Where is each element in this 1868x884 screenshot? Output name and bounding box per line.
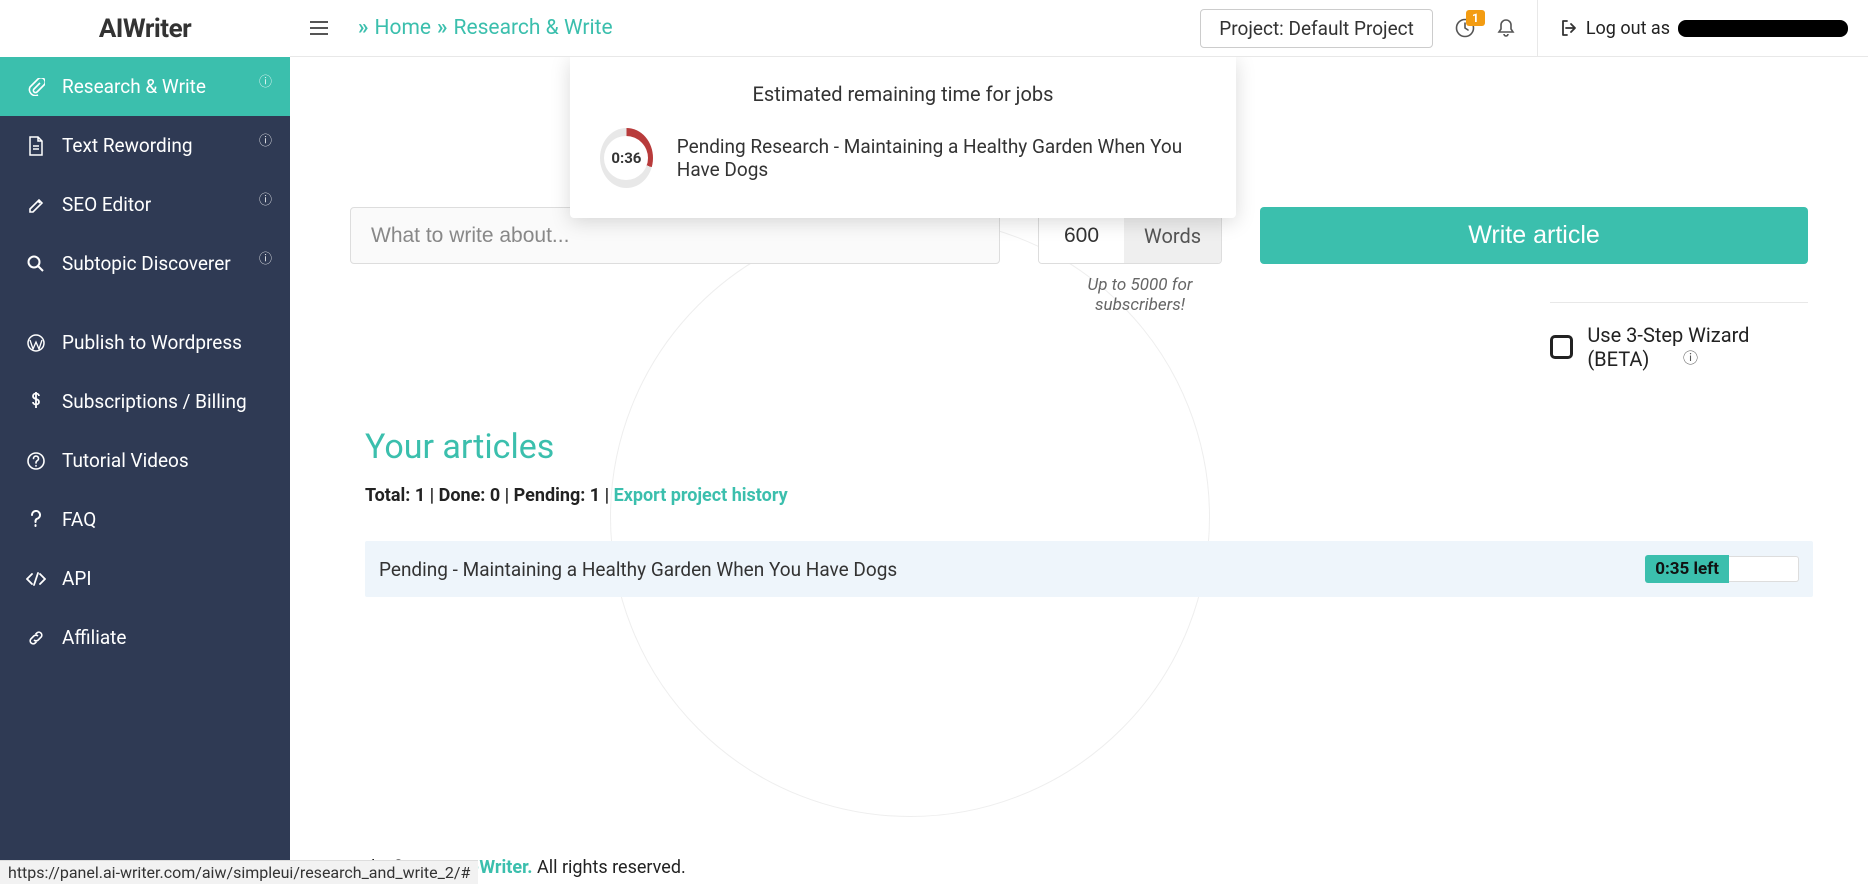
sidebar-item-subscriptions[interactable]: Subscriptions / Billing xyxy=(0,372,290,431)
wizard-row: Use 3-Step Wizard (BETA) xyxy=(1550,302,1808,371)
topbar: » Home » Research & Write Project: Defau… xyxy=(290,0,1868,57)
help-icon[interactable]: ⓘ xyxy=(259,130,272,149)
main-content: Estimated remaining time for jobs 0:36 P… xyxy=(290,57,1868,884)
time-badge-wrap: 0:35 left xyxy=(1645,555,1799,583)
help-icon[interactable]: ⓘ xyxy=(259,189,272,208)
stats-text: Total: 1 | Done: 0 | Pending: 1 | xyxy=(365,485,614,506)
logout-icon xyxy=(1560,19,1578,37)
bell-icon[interactable] xyxy=(1497,18,1515,38)
export-history-link[interactable]: Export project history xyxy=(614,485,788,506)
sidebar-item-label: Affiliate xyxy=(62,626,126,649)
sidebar-item-tutorial-videos[interactable]: Tutorial Videos xyxy=(0,431,290,490)
redacted-username xyxy=(1678,20,1848,37)
chevron-icon: » xyxy=(358,16,369,40)
sidebar-item-label: Publish to Wordpress xyxy=(62,331,242,354)
paperclip-icon xyxy=(22,78,50,96)
browser-statusbar: https://panel.ai-writer.com/aiw/simpleui… xyxy=(0,860,478,884)
divider xyxy=(1537,0,1538,57)
progress-tail xyxy=(1729,556,1799,582)
document-icon xyxy=(22,136,50,156)
articles-stats: Total: 1 | Done: 0 | Pending: 1 | Export… xyxy=(365,485,1813,506)
articles-title: Your articles xyxy=(365,427,1813,467)
breadcrumb-current[interactable]: Research & Write xyxy=(454,16,613,40)
dropdown-title: Estimated remaining time for jobs xyxy=(600,82,1206,106)
timer-icon: 0:36 xyxy=(600,128,653,188)
sidebar-item-label: Research & Write xyxy=(62,75,206,98)
jobs-dropdown: Estimated remaining time for jobs 0:36 P… xyxy=(570,57,1236,218)
sidebar-item-label: FAQ xyxy=(62,508,96,531)
clock-icon[interactable]: 1 xyxy=(1455,18,1475,38)
sidebar-item-label: SEO Editor xyxy=(62,193,151,216)
sidebar-item-publish-wordpress[interactable]: Publish to Wordpress xyxy=(0,313,290,372)
write-article-button[interactable]: Write article xyxy=(1260,207,1808,264)
hamburger-icon[interactable] xyxy=(310,21,328,35)
project-selector[interactable]: Project: Default Project xyxy=(1200,9,1433,48)
sidebar-item-api[interactable]: API xyxy=(0,549,290,608)
subscriber-note: Up to 5000 for subscribers! xyxy=(1050,275,1230,315)
sidebar-item-label: Subtopic Discoverer xyxy=(62,252,231,275)
sidebar-item-seo-editor[interactable]: SEO Editor ⓘ xyxy=(0,175,290,234)
sidebar-item-subtopic-discoverer[interactable]: Subtopic Discoverer ⓘ xyxy=(0,234,290,293)
sidebar-item-label: Tutorial Videos xyxy=(62,449,189,472)
wizard-checkbox[interactable] xyxy=(1550,335,1573,359)
edit-icon xyxy=(22,196,50,214)
sidebar-item-text-rewording[interactable]: Text Rewording ⓘ xyxy=(0,116,290,175)
logout-link[interactable]: Log out as xyxy=(1560,18,1848,39)
sidebar-item-label: API xyxy=(62,567,92,590)
notif-badge: 1 xyxy=(1466,10,1485,26)
sidebar-item-affiliate[interactable]: Affiliate xyxy=(0,608,290,667)
sidebar-item-faq[interactable]: FAQ xyxy=(0,490,290,549)
wordpress-icon xyxy=(22,334,50,352)
articles-section: Your articles Total: 1 | Done: 0 | Pendi… xyxy=(365,427,1813,597)
question-circle-icon xyxy=(22,452,50,470)
footer-rights: All rights reserved. xyxy=(533,857,686,878)
sidebar: Research & Write ⓘ Text Rewording ⓘ SEO … xyxy=(0,57,290,884)
dollar-icon xyxy=(22,392,50,412)
question-icon xyxy=(22,510,50,530)
breadcrumb: » Home » Research & Write xyxy=(358,16,613,40)
article-row[interactable]: Pending - Maintaining a Healthy Garden W… xyxy=(365,541,1813,597)
link-icon xyxy=(22,629,50,647)
sidebar-item-label: Text Rewording xyxy=(62,134,193,157)
help-icon[interactable]: ⓘ xyxy=(1683,347,1698,368)
help-icon[interactable]: ⓘ xyxy=(259,71,272,90)
search-icon xyxy=(22,255,50,273)
logout-text: Log out as xyxy=(1586,18,1670,39)
article-row-text: Pending - Maintaining a Healthy Garden W… xyxy=(379,558,1645,581)
dropdown-job-row[interactable]: 0:36 Pending Research - Maintaining a He… xyxy=(600,128,1206,188)
breadcrumb-home[interactable]: Home xyxy=(375,16,432,40)
help-icon[interactable]: ⓘ xyxy=(259,248,272,267)
sidebar-item-label: Subscriptions / Billing xyxy=(62,390,247,413)
chevron-icon: » xyxy=(437,16,448,40)
time-left-badge: 0:35 left xyxy=(1645,555,1729,583)
dropdown-job-text: Pending Research - Maintaining a Healthy… xyxy=(677,135,1206,181)
timer-value: 0:36 xyxy=(611,149,641,167)
code-icon xyxy=(22,572,50,586)
logo[interactable]: AIWriter xyxy=(0,0,290,57)
sidebar-item-research-write[interactable]: Research & Write ⓘ xyxy=(0,57,290,116)
